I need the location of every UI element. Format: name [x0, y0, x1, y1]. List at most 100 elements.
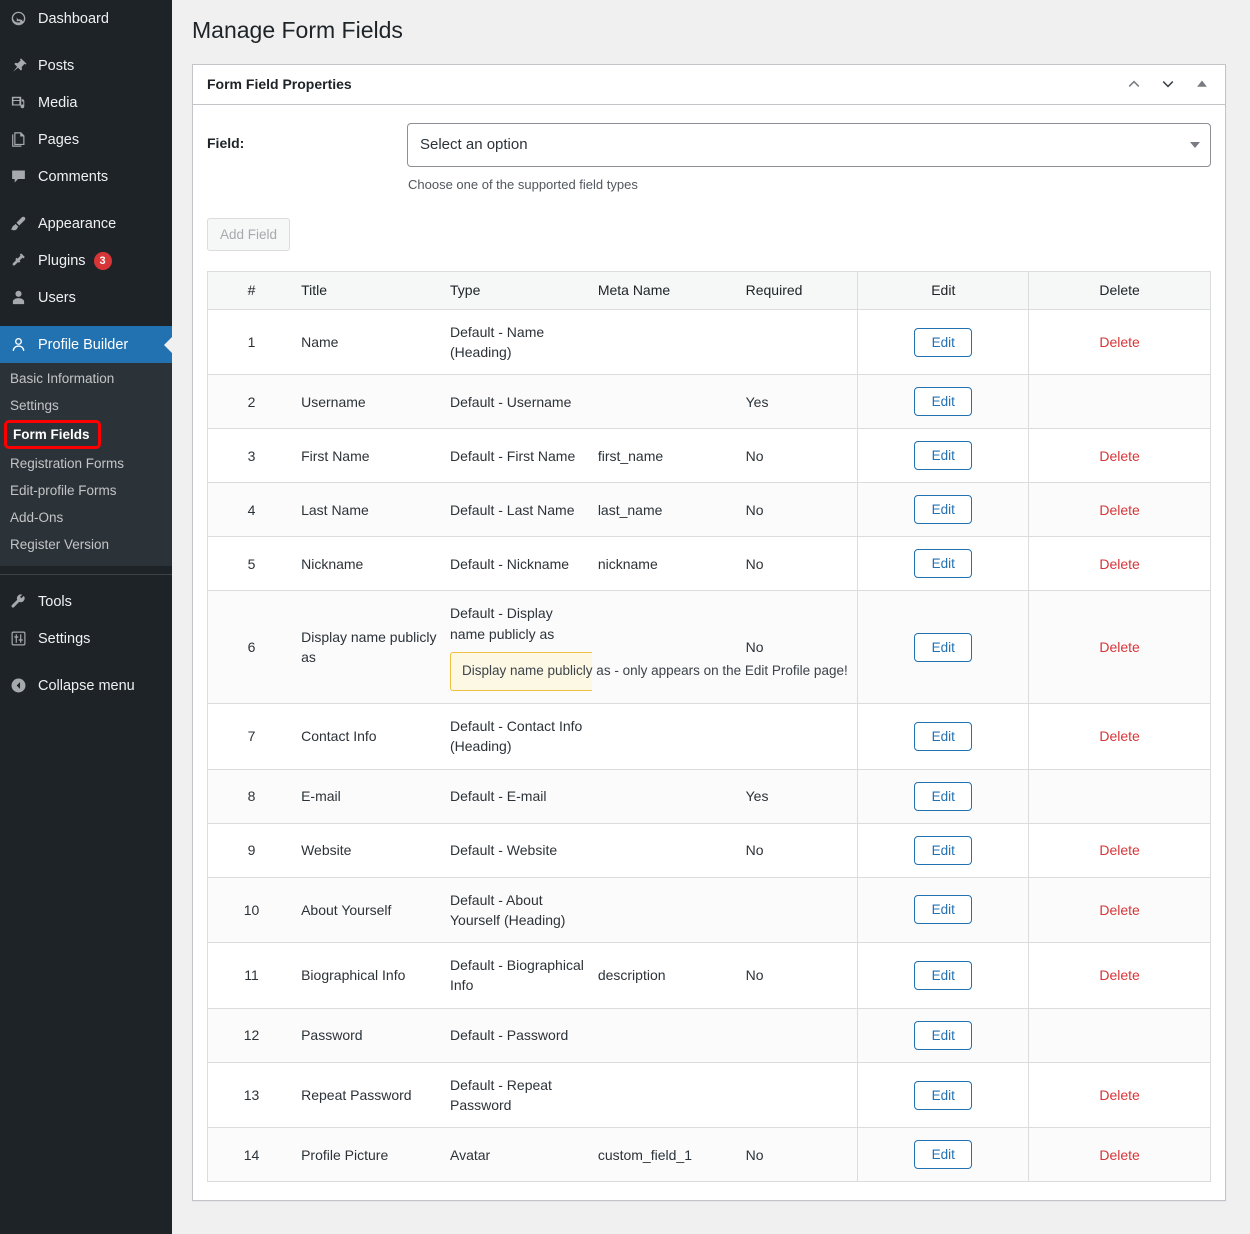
sidebar-item-dashboard[interactable]: Dashboard: [0, 0, 172, 37]
table-body: 1 Name Default - Name (Heading) Edit Delete 2…: [207, 309, 1211, 1182]
cell-number: 13: [207, 1062, 296, 1129]
cell-type-text: Default - Last Name: [450, 501, 575, 518]
cell-type: Default - Name (Heading): [444, 309, 592, 376]
toggle-panel-icon[interactable]: [1187, 69, 1217, 99]
cell-meta-name: [591, 590, 740, 704]
sidebar-item-collapse-menu[interactable]: Collapse menu: [0, 667, 172, 704]
submenu-item-settings[interactable]: Settings: [0, 392, 172, 419]
cell-number: 12: [207, 1008, 296, 1063]
cell-type: Default - Username: [444, 374, 592, 430]
cell-delete: Delete: [1028, 1127, 1211, 1182]
edit-button[interactable]: Edit: [914, 960, 973, 990]
move-up-icon[interactable]: [1119, 69, 1149, 99]
cell-type: Default - Display name publicly as Displa…: [444, 590, 880, 704]
delete-link[interactable]: Delete: [1099, 902, 1139, 918]
table-row: 3 First Name Default - First Name first_nam…: [207, 428, 1211, 484]
cell-meta-name: last_name: [591, 482, 740, 538]
submenu-item-form-fields[interactable]: Form Fields: [4, 420, 101, 449]
edit-button[interactable]: Edit: [914, 387, 973, 417]
collapse-arrow-icon: [10, 677, 38, 694]
cell-type-text: Default - Name (Heading): [450, 323, 545, 361]
edit-button[interactable]: Edit: [914, 721, 973, 751]
sidebar-item-profile-builder[interactable]: Profile Builder: [0, 326, 172, 363]
cell-type-text: Default - Website: [450, 841, 558, 858]
cell-type-text: Default - First Name: [450, 447, 576, 464]
edit-button[interactable]: Edit: [914, 495, 973, 525]
cell-type: Default - Password: [444, 1008, 592, 1063]
edit-button[interactable]: Edit: [914, 781, 973, 811]
edit-button[interactable]: Edit: [914, 835, 973, 865]
sidebar-item-settings[interactable]: Settings: [0, 620, 172, 657]
delete-link[interactable]: Delete: [1099, 967, 1139, 983]
sidebar-item-posts[interactable]: Posts: [0, 47, 172, 84]
delete-link[interactable]: Delete: [1099, 1087, 1139, 1103]
cell-type-text: Default - Nickname: [450, 555, 570, 572]
form-fields-table: # Title Type Meta Name Required Edit Del…: [207, 270, 1211, 1183]
cell-edit: Edit: [857, 877, 1029, 944]
cell-required: [739, 1062, 858, 1129]
delete-link[interactable]: Delete: [1099, 448, 1139, 464]
sidebar-item-appearance[interactable]: Appearance: [0, 205, 172, 242]
plugins-update-badge: 3: [93, 251, 112, 270]
cell-required: [739, 703, 858, 770]
column-header-type: Type: [444, 271, 592, 310]
cell-required: No: [739, 590, 858, 704]
menu-divider: [0, 574, 172, 575]
sidebar-item-users[interactable]: Users: [0, 279, 172, 316]
sidebar-item-plugins[interactable]: Plugins 3: [0, 242, 172, 279]
sidebar-item-media[interactable]: Media: [0, 84, 172, 121]
field-select-row: Field: Select an option Choose one of th…: [207, 119, 1211, 192]
edit-button[interactable]: Edit: [914, 632, 973, 662]
sidebar-item-comments[interactable]: Comments: [0, 158, 172, 195]
sidebar-item-label: Pages: [38, 131, 80, 148]
sidebar-item-label: Appearance: [38, 215, 117, 232]
delete-link[interactable]: Delete: [1099, 502, 1139, 518]
pin-icon: [10, 57, 38, 74]
column-header-edit: Edit: [857, 271, 1029, 310]
cell-delete: Delete: [1028, 428, 1211, 484]
field-type-select[interactable]: Select an option: [407, 122, 1211, 167]
cell-number: 9: [207, 823, 296, 878]
cell-title: Website: [295, 823, 444, 878]
delete-link[interactable]: Delete: [1099, 1147, 1139, 1163]
edit-button[interactable]: Edit: [914, 441, 973, 471]
sidebar-item-pages[interactable]: Pages: [0, 121, 172, 158]
table-row: 1 Name Default - Name (Heading) Edit Delete: [207, 309, 1211, 376]
move-down-icon[interactable]: [1153, 69, 1183, 99]
edit-button[interactable]: Edit: [914, 549, 973, 579]
submenu-item-add-ons[interactable]: Add-Ons: [0, 504, 172, 531]
cell-number: 7: [207, 703, 296, 770]
cell-meta-name: custom_field_1: [591, 1127, 740, 1182]
cell-number: 6: [207, 590, 296, 704]
delete-link[interactable]: Delete: [1099, 728, 1139, 744]
submenu-item-registration-forms[interactable]: Registration Forms: [0, 450, 172, 477]
edit-button[interactable]: Edit: [914, 1140, 973, 1170]
edit-button[interactable]: Edit: [914, 895, 973, 925]
table-head: # Title Type Meta Name Required Edit Del…: [207, 271, 1211, 310]
profile-builder-submenu: Basic Information Settings Form Fields Regi…: [0, 363, 172, 566]
edit-button[interactable]: Edit: [914, 327, 973, 357]
add-field-button[interactable]: Add Field: [207, 217, 291, 251]
delete-link[interactable]: Delete: [1099, 556, 1139, 572]
sidebar-item-label: Comments: [38, 168, 109, 185]
sidebar-item-tools[interactable]: Tools: [0, 583, 172, 620]
cell-meta-name: [591, 374, 740, 430]
cell-required: No: [739, 536, 858, 592]
delete-link[interactable]: Delete: [1099, 334, 1139, 350]
cell-number: 3: [207, 428, 296, 484]
cell-type-text: Default - Biographical Info: [450, 957, 584, 994]
submenu-row: Basic Information: [0, 365, 172, 392]
delete-link[interactable]: Delete: [1099, 842, 1139, 858]
submenu-item-basic-information[interactable]: Basic Information: [0, 365, 172, 392]
field-help-text: Choose one of the supported field types: [408, 176, 638, 192]
edit-button[interactable]: Edit: [914, 1080, 973, 1110]
submenu-item-register-version[interactable]: Register Version: [0, 531, 172, 558]
cell-required: No: [739, 482, 858, 538]
cell-title: First Name: [295, 428, 444, 484]
edit-button[interactable]: Edit: [914, 1020, 973, 1050]
table-row: 2 Username Default - Username Yes Edit: [207, 374, 1211, 430]
menu-separator: [0, 37, 172, 47]
cell-delete: Delete: [1028, 309, 1211, 376]
delete-link[interactable]: Delete: [1099, 639, 1139, 655]
submenu-item-edit-profile-forms[interactable]: Edit-profile Forms: [0, 477, 172, 504]
